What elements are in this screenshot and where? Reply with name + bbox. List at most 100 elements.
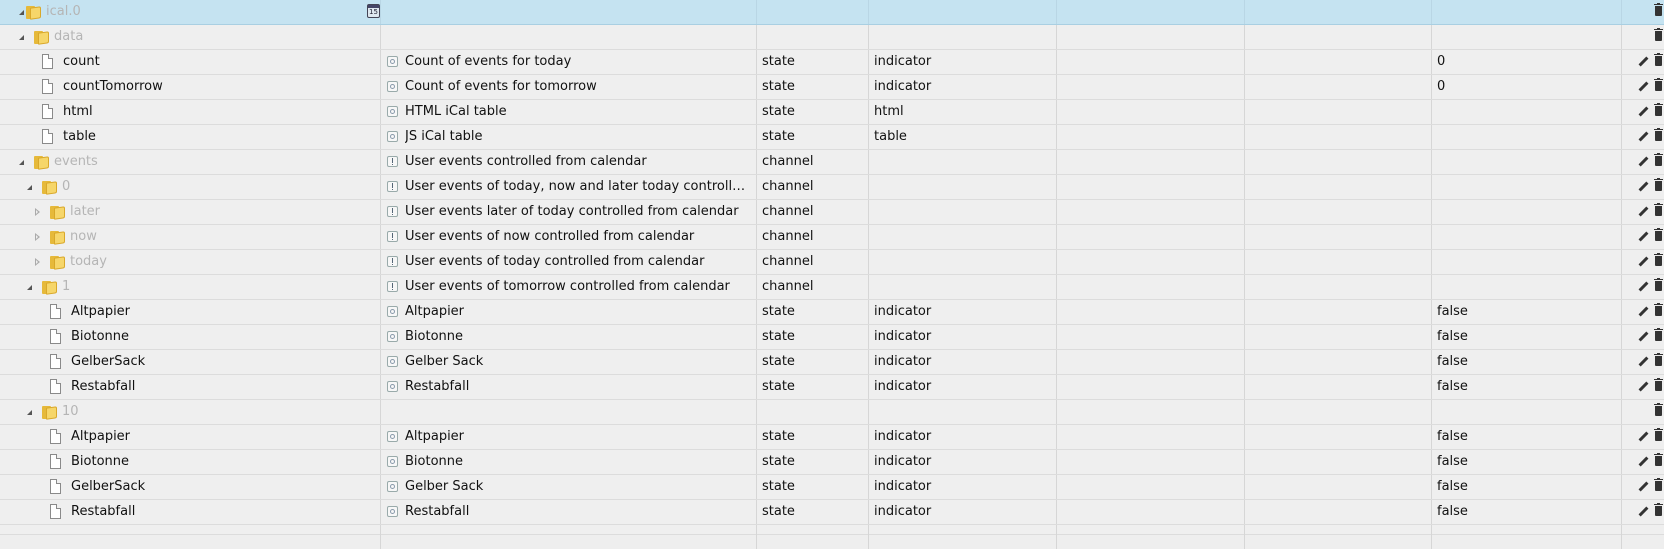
- object-name[interactable]: Altpapier: [71, 425, 130, 449]
- object-name[interactable]: today: [70, 250, 107, 274]
- tree-row[interactable]: 10: [0, 400, 1664, 425]
- tree-row[interactable]: today User events of today controlled fro…: [0, 250, 1664, 275]
- object-value[interactable]: 0: [1431, 50, 1621, 74]
- edit-pencil-icon[interactable]: [1638, 455, 1648, 469]
- collapse-arrow-icon[interactable]: [16, 150, 28, 174]
- collapse-arrow-icon[interactable]: [24, 400, 36, 424]
- object-value[interactable]: false: [1431, 475, 1621, 499]
- delete-trash-icon[interactable]: [1654, 353, 1663, 366]
- tree-row[interactable]: countTomorrow Count of events for tomorro…: [0, 75, 1664, 100]
- object-value[interactable]: [1431, 400, 1621, 424]
- delete-trash-icon[interactable]: [1654, 428, 1663, 441]
- object-name[interactable]: Altpapier: [71, 300, 130, 324]
- object-value[interactable]: false: [1431, 325, 1621, 349]
- object-value[interactable]: [1431, 225, 1621, 249]
- object-value[interactable]: false: [1431, 500, 1621, 524]
- edit-pencil-icon[interactable]: [1638, 380, 1648, 394]
- collapse-arrow-icon[interactable]: [24, 175, 36, 199]
- object-name[interactable]: Biotonne: [71, 325, 129, 349]
- object-value[interactable]: [1431, 250, 1621, 274]
- object-value[interactable]: false: [1431, 425, 1621, 449]
- object-value[interactable]: [1431, 0, 1621, 24]
- edit-pencil-icon[interactable]: [1638, 330, 1648, 344]
- object-value[interactable]: [1431, 200, 1621, 224]
- tree-row[interactable]: data: [0, 25, 1664, 50]
- object-value[interactable]: false: [1431, 350, 1621, 374]
- delete-trash-icon[interactable]: [1654, 153, 1663, 166]
- tree-row[interactable]: table JS iCal table state table: [0, 125, 1664, 150]
- object-value[interactable]: [1431, 275, 1621, 299]
- tree-row[interactable]: Biotonne Biotonne state indicator false: [0, 325, 1664, 350]
- tree-row[interactable]: 0 User events of today, now and later tod…: [0, 175, 1664, 200]
- object-name[interactable]: events: [54, 150, 98, 174]
- object-name[interactable]: Restabfall: [71, 500, 135, 524]
- tree-row[interactable]: now User events of now controlled from ca…: [0, 225, 1664, 250]
- object-value[interactable]: false: [1431, 450, 1621, 474]
- object-name[interactable]: now: [70, 225, 97, 249]
- delete-trash-icon[interactable]: [1654, 3, 1663, 16]
- edit-pencil-icon[interactable]: [1638, 230, 1648, 244]
- tree-row[interactable]: Biotonne Biotonne state indicator false: [0, 450, 1664, 475]
- edit-pencil-icon[interactable]: [1638, 80, 1648, 94]
- expand-arrow-icon[interactable]: [32, 200, 44, 224]
- tree-row[interactable]: Altpapier Altpapier state indicator false: [0, 300, 1664, 325]
- tree-row[interactable]: Restabfall Restabfall state indicator false: [0, 500, 1664, 525]
- edit-pencil-icon[interactable]: [1638, 130, 1648, 144]
- object-name[interactable]: 10: [62, 400, 79, 424]
- edit-pencil-icon[interactable]: [1638, 180, 1648, 194]
- edit-pencil-icon[interactable]: [1638, 280, 1648, 294]
- tree-row[interactable]: GelberSack Gelber Sack state indicator false: [0, 475, 1664, 500]
- delete-trash-icon[interactable]: [1654, 178, 1663, 191]
- delete-trash-icon[interactable]: [1654, 228, 1663, 241]
- object-name[interactable]: html: [63, 100, 93, 124]
- delete-trash-icon[interactable]: [1654, 103, 1663, 116]
- delete-trash-icon[interactable]: [1654, 403, 1663, 416]
- object-name[interactable]: later: [70, 200, 100, 224]
- tree-row[interactable]: events User events controlled from calend…: [0, 150, 1664, 175]
- delete-trash-icon[interactable]: [1654, 503, 1663, 516]
- delete-trash-icon[interactable]: [1654, 203, 1663, 216]
- edit-pencil-icon[interactable]: [1638, 55, 1648, 69]
- object-name[interactable]: data: [54, 25, 83, 49]
- object-value[interactable]: 0: [1431, 75, 1621, 99]
- object-value[interactable]: [1431, 125, 1621, 149]
- tree-row[interactable]: GelberSack Gelber Sack state indicator false: [0, 350, 1664, 375]
- collapse-arrow-icon[interactable]: [16, 25, 28, 49]
- edit-pencil-icon[interactable]: [1638, 430, 1648, 444]
- tree-row[interactable]: Restabfall Restabfall state indicator false: [0, 375, 1664, 400]
- object-name[interactable]: 0: [62, 175, 70, 199]
- expand-arrow-icon[interactable]: [32, 250, 44, 274]
- tree-row[interactable]: 1 User events of tomorrow controlled from…: [0, 275, 1664, 300]
- object-name[interactable]: count: [63, 50, 100, 74]
- delete-trash-icon[interactable]: [1654, 28, 1663, 41]
- tree-row[interactable]: ical.0: [0, 0, 1664, 25]
- expand-arrow-icon[interactable]: [32, 225, 44, 249]
- collapse-arrow-icon[interactable]: [24, 275, 36, 299]
- delete-trash-icon[interactable]: [1654, 278, 1663, 291]
- object-name[interactable]: Biotonne: [71, 450, 129, 474]
- object-name[interactable]: GelberSack: [71, 475, 145, 499]
- delete-trash-icon[interactable]: [1654, 78, 1663, 91]
- object-name[interactable]: countTomorrow: [63, 75, 163, 99]
- object-name[interactable]: table: [63, 125, 96, 149]
- edit-pencil-icon[interactable]: [1638, 205, 1648, 219]
- delete-trash-icon[interactable]: [1654, 253, 1663, 266]
- tree-row[interactable]: later User events later of today controll…: [0, 200, 1664, 225]
- object-name[interactable]: 1: [62, 275, 70, 299]
- object-name[interactable]: ical.0: [46, 0, 81, 24]
- edit-pencil-icon[interactable]: [1638, 355, 1648, 369]
- delete-trash-icon[interactable]: [1654, 128, 1663, 141]
- tree-row[interactable]: Altpapier Altpapier state indicator false: [0, 425, 1664, 450]
- object-value[interactable]: false: [1431, 300, 1621, 324]
- object-value[interactable]: false: [1431, 375, 1621, 399]
- tree-row[interactable]: count Count of events for today state indic…: [0, 50, 1664, 75]
- object-name[interactable]: Restabfall: [71, 375, 135, 399]
- edit-pencil-icon[interactable]: [1638, 480, 1648, 494]
- edit-pencil-icon[interactable]: [1638, 305, 1648, 319]
- object-value[interactable]: [1431, 150, 1621, 174]
- edit-pencil-icon[interactable]: [1638, 255, 1648, 269]
- object-value[interactable]: [1431, 100, 1621, 124]
- delete-trash-icon[interactable]: [1654, 478, 1663, 491]
- tree-row[interactable]: html HTML iCal table state html: [0, 100, 1664, 125]
- delete-trash-icon[interactable]: [1654, 328, 1663, 341]
